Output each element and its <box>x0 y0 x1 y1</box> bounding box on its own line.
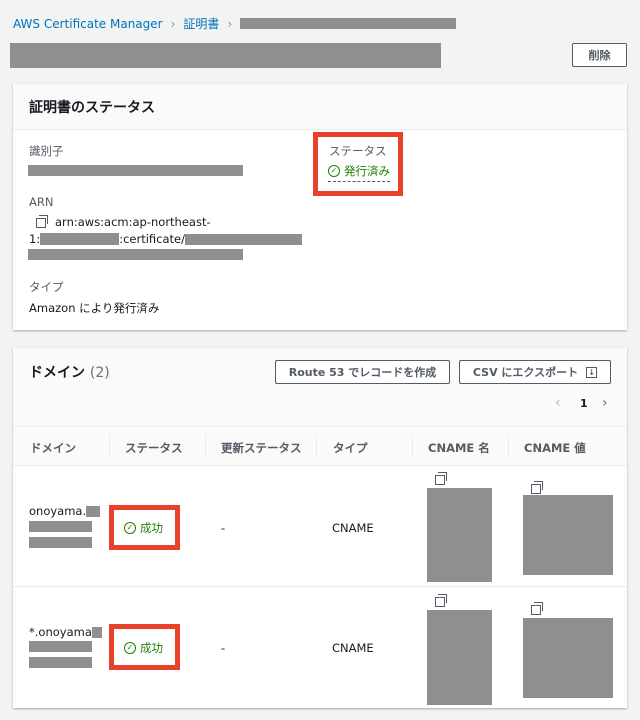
arn-mid: :certificate/ <box>119 232 185 246</box>
check-circle-icon: ✓ <box>328 165 340 177</box>
redacted-cert-uuid <box>184 233 302 245</box>
csv-label: CSV にエクスポート <box>472 366 579 379</box>
status-badge: ✓ 成功 <box>124 640 163 656</box>
copy-icon[interactable] <box>36 215 48 228</box>
col-renewal-status[interactable]: 更新ステータス <box>221 440 302 456</box>
redacted-cname-name <box>427 488 492 582</box>
col-status[interactable]: ステータス <box>125 440 183 456</box>
page-number[interactable]: 1 <box>580 397 588 410</box>
redacted-cname-value <box>523 495 613 575</box>
create-route53-records-button[interactable]: Route 53 でレコードを作成 <box>275 360 450 384</box>
table-row-domain: onoyama. <box>29 504 101 518</box>
status-label: ステータス <box>329 144 387 158</box>
arn-prefix: 1: <box>29 232 41 246</box>
arn-label: ARN <box>29 195 54 209</box>
chevron-right-icon: › <box>227 16 233 31</box>
redacted-cname-name <box>427 610 492 705</box>
next-page-icon[interactable]: › <box>602 395 608 411</box>
redacted-identifier <box>28 165 243 176</box>
copy-icon[interactable] <box>531 481 543 494</box>
domains-title-text: ドメイン <box>29 365 85 381</box>
arn-line2: 1: :certificate/ <box>29 232 302 246</box>
domains-title: ドメイン (2) <box>29 362 110 382</box>
redacted-page-title <box>10 43 441 68</box>
type-value: Amazon により発行済み <box>29 301 160 315</box>
download-icon: ↓ <box>586 366 598 378</box>
redacted-cname-value <box>523 618 613 698</box>
record-type: CNAME <box>332 521 374 535</box>
status-value: 成功 <box>140 641 163 655</box>
col-cname-name[interactable]: CNAME 名 <box>428 440 490 456</box>
breadcrumb-service-link[interactable]: AWS Certificate Manager <box>13 17 163 31</box>
check-circle-icon: ✓ <box>124 642 136 654</box>
check-circle-icon: ✓ <box>124 522 136 534</box>
status-value: 成功 <box>140 521 163 535</box>
breadcrumb-certificates-link[interactable]: 証明書 <box>183 15 219 32</box>
domain-name: onoyama. <box>29 504 87 518</box>
redacted <box>86 505 101 517</box>
col-type[interactable]: タイプ <box>333 440 368 456</box>
prev-page-icon[interactable]: ‹ <box>555 395 561 411</box>
copy-icon[interactable] <box>435 594 447 607</box>
chevron-right-icon: › <box>170 16 176 31</box>
redacted-certificate-id <box>240 18 457 29</box>
record-type: CNAME <box>332 641 374 655</box>
panel-title: 証明書のステータス <box>13 84 627 130</box>
table-row-domain: *.onoyama <box>29 625 102 639</box>
status-badge[interactable]: ✓ 発行済み <box>328 163 390 182</box>
route53-label: Route 53 でレコードを作成 <box>288 366 437 379</box>
col-cname-value[interactable]: CNAME 値 <box>524 440 586 456</box>
redacted-arn-rest <box>28 249 243 260</box>
export-csv-button[interactable]: CSV にエクスポート ↓ <box>459 360 611 384</box>
col-domain[interactable]: ドメイン <box>30 440 76 456</box>
redacted-account <box>40 233 120 245</box>
domain-name: *.onoyama <box>29 625 92 639</box>
redacted <box>91 626 102 638</box>
breadcrumb: AWS Certificate Manager › 証明書 › <box>13 15 457 32</box>
arn-line1: arn:aws:acm:ap-northeast- <box>55 215 211 229</box>
renewal-status: - <box>221 521 226 535</box>
certificate-status-panel: 証明書のステータス <box>13 84 627 330</box>
status-badge: ✓ 成功 <box>124 520 163 536</box>
identifier-label: 識別子 <box>29 144 64 158</box>
copy-icon[interactable] <box>531 602 543 615</box>
delete-button[interactable]: 削除 <box>572 43 627 67</box>
renewal-status: - <box>221 641 226 655</box>
copy-icon[interactable] <box>435 472 447 485</box>
status-value: 発行済み <box>344 164 390 178</box>
type-label: タイプ <box>29 280 64 294</box>
domains-count: (2) <box>89 365 110 381</box>
